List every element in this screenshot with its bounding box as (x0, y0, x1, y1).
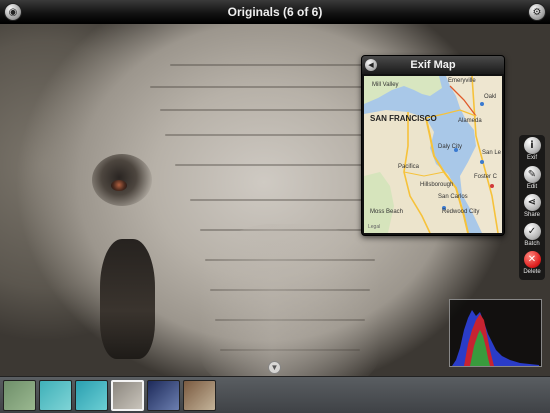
album-title: Originals (6 of 6) (227, 4, 323, 19)
map-label-moss-beach: Moss Beach (370, 209, 404, 215)
filmstrip (0, 376, 550, 413)
exif-map-title: Exif Map (410, 59, 456, 71)
map-legal-link[interactable]: Legal (368, 224, 380, 230)
map-label-pacifica: Pacifica (398, 164, 420, 170)
share-icon: ⋖ (523, 194, 541, 211)
delete-button[interactable]: ✕ Delete (519, 251, 545, 280)
map-label-hillsborough: Hillsborough (420, 182, 454, 188)
edit-button[interactable]: ✎ Edit (519, 165, 545, 195)
thumbnail[interactable] (147, 379, 180, 411)
exif-label: Exif (526, 155, 537, 161)
back-icon[interactable]: ◀ (365, 59, 377, 71)
checkmark-icon: ✓ (523, 222, 541, 240)
elephant-eye (111, 180, 127, 191)
map-label-san-leandro: San Le (482, 150, 502, 156)
map-view[interactable]: Mill Valley Emeryville Oakl SAN FRANCISC… (364, 76, 502, 233)
map-label-mill-valley: Mill Valley (372, 82, 399, 88)
side-toolbar: i Exif ✎ Edit ⋖ Share ✓ Batch ✕ Delete (519, 135, 545, 280)
histogram (449, 299, 542, 367)
chevron-down-icon[interactable]: ▼ (268, 361, 281, 374)
edit-icon: ✎ (523, 165, 541, 183)
map-label-foster-city: Foster C (474, 174, 498, 180)
elephant-trunk (200, 224, 380, 376)
batch-label: Batch (524, 240, 540, 247)
delete-label: Delete (523, 269, 541, 275)
thumbnail[interactable] (3, 379, 36, 411)
thumbnail[interactable] (39, 379, 72, 411)
map-label-alameda: Alameda (458, 118, 482, 124)
exif-map-panel: ◀ Exif Map Mill Valley Emeryville Oakl S… (361, 55, 505, 236)
histogram-graph (452, 310, 539, 366)
map-label-oakland: Oakl (484, 94, 497, 100)
thumbnail[interactable] (183, 379, 216, 411)
map-label-san-francisco: SAN FRANCISCO (370, 114, 437, 123)
delete-icon: ✕ (523, 251, 541, 268)
exif-map-header: ◀ Exif Map (362, 56, 504, 74)
share-label: Share (523, 212, 540, 218)
map-label-daly-city: Daly City (438, 144, 463, 150)
batch-button[interactable]: ✓ Batch (519, 222, 545, 252)
settings-icon[interactable]: ⚙ (528, 3, 546, 21)
share-button[interactable]: ⋖ Share (519, 194, 545, 223)
map-label-san-carlos: San Carlos (438, 194, 468, 200)
exif-button[interactable]: i Exif (519, 137, 545, 166)
elephant-mouth (100, 239, 155, 359)
camera-icon[interactable]: ◉ (4, 3, 22, 21)
map-label-redwood-city: Redwood City (442, 209, 480, 215)
thumbnail[interactable] (75, 379, 108, 411)
info-icon: i (523, 137, 541, 154)
map-label-emeryville: Emeryville (448, 78, 476, 84)
thumbnail[interactable] (111, 379, 144, 411)
edit-label: Edit (526, 183, 538, 190)
top-bar: ◉ Originals (6 of 6) ⚙ (0, 0, 550, 24)
